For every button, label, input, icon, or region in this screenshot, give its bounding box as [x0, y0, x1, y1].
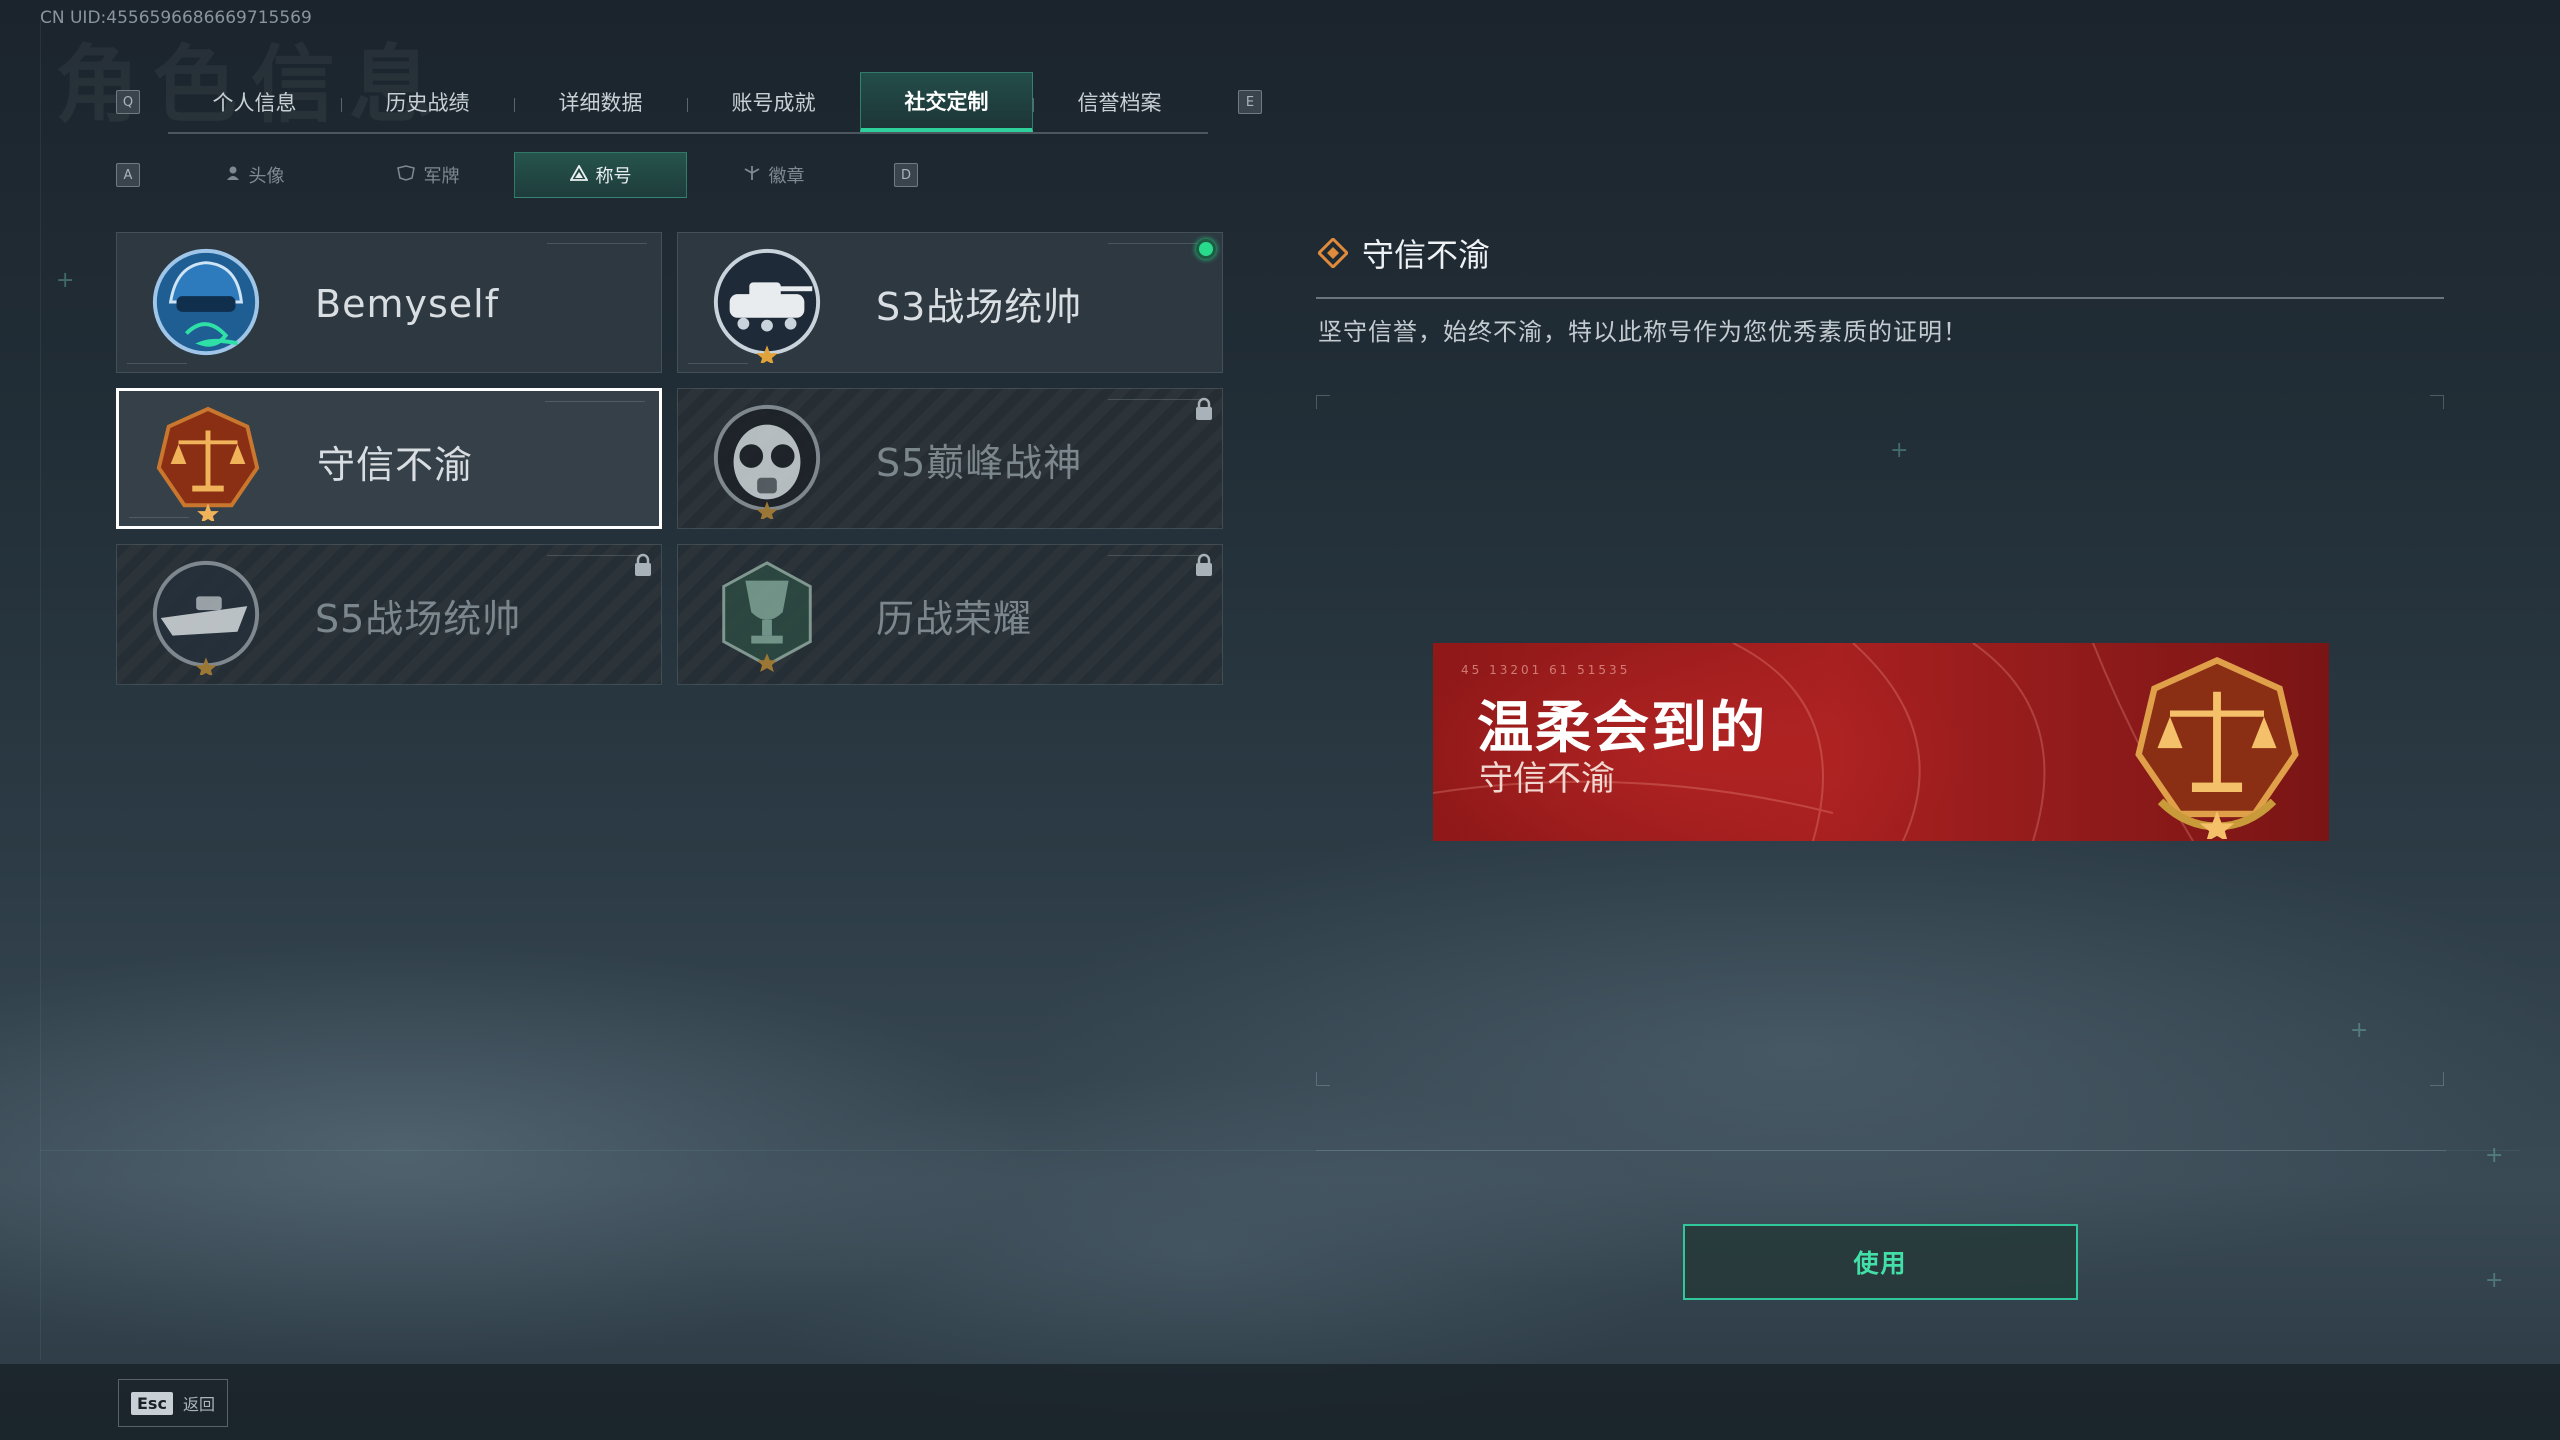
- prev-tab-key[interactable]: Q: [116, 90, 140, 114]
- boat-badge-icon: [152, 560, 260, 675]
- title-name: S3战场统帅: [876, 285, 1083, 329]
- card-decoration: [1108, 399, 1208, 405]
- grid-cross-mark: +: [1890, 438, 1909, 463]
- tab-social-customization[interactable]: 社交定制: [860, 72, 1033, 132]
- title-name: 守信不渝: [317, 443, 474, 487]
- tab-personal-info[interactable]: 个人信息: [168, 72, 341, 132]
- helmet-signature-badge-icon: [152, 248, 260, 356]
- grid-cross-mark: +: [56, 268, 75, 293]
- tab-achievements[interactable]: 账号成就: [687, 72, 860, 132]
- tab-credit-record[interactable]: 信誉档案: [1033, 72, 1206, 132]
- tab-detailed-stats[interactable]: 详细数据: [514, 72, 687, 132]
- prev-subtab-key[interactable]: A: [116, 163, 140, 187]
- trophy-badge-icon: [722, 561, 812, 673]
- banner-deco-numbers: 45 13201 61 51535: [1461, 663, 1631, 677]
- title-name: 历战荣耀: [876, 597, 1033, 641]
- subtab-emblem[interactable]: 徽章: [687, 152, 860, 198]
- panel-corner: [1316, 1072, 1330, 1086]
- subtab-dogtag-label: 军牌: [423, 166, 460, 187]
- tank-badge-icon: [713, 248, 821, 363]
- detail-title-text: 守信不渝: [1362, 236, 1491, 274]
- grid-cross-mark: +: [2350, 1018, 2369, 1043]
- title-name: Bemyself: [315, 281, 500, 326]
- back-button[interactable]: Esc 返回: [118, 1379, 228, 1427]
- esc-key: Esc: [131, 1391, 173, 1415]
- title-card-steadfast[interactable]: 守信不渝: [116, 388, 662, 529]
- subtab-title-label: 称号: [595, 166, 632, 187]
- scales-badge-icon: [2135, 656, 2299, 839]
- detail-description: 坚守信誉，始终不渝，特以此称号作为您优秀素质的证明！: [1318, 318, 1968, 346]
- title-card-s5-commander[interactable]: S5战场统帅: [116, 544, 662, 685]
- scales-badge-icon: [156, 406, 260, 521]
- gasmask-badge-icon: [713, 404, 821, 519]
- title-name: S5战场统帅: [315, 597, 522, 641]
- title-card-s5-war-god[interactable]: S5巅峰战神: [677, 388, 1223, 529]
- card-decoration: [1108, 555, 1208, 561]
- subtab-avatar-label: 头像: [248, 166, 285, 187]
- card-decoration: [547, 555, 647, 561]
- title-card-battle-glory[interactable]: 历战荣耀: [677, 544, 1223, 685]
- lock-icon: [1196, 553, 1212, 576]
- dogtag-icon: [396, 165, 416, 185]
- sub-tab-bar: 头像 军牌 称号 徽章: [168, 152, 868, 198]
- lock-icon: [635, 553, 651, 576]
- tab-match-history[interactable]: 历史战绩: [341, 72, 514, 132]
- footer-bar: [0, 1364, 2560, 1440]
- emblem-icon: [743, 165, 761, 185]
- diamond-icon: [1318, 238, 1348, 268]
- title-card-bemyself[interactable]: Bemyself: [116, 232, 662, 373]
- subtab-emblem-label: 徽章: [768, 166, 805, 187]
- title-icon: [568, 164, 589, 185]
- card-decoration: [1108, 243, 1208, 249]
- next-subtab-key[interactable]: D: [894, 163, 918, 187]
- grid-cross-mark: +: [2485, 1268, 2504, 1293]
- detail-divider: [1316, 297, 2444, 299]
- title-banner-preview: 45 13201 61 51535 温柔会到的 守信不渝: [1433, 643, 2329, 841]
- card-decoration: [545, 401, 645, 407]
- panel-corner: [1316, 395, 1330, 409]
- detail-title: 守信不渝: [1318, 230, 1490, 276]
- title-name: S5巅峰战神: [876, 441, 1083, 485]
- back-label: 返回: [182, 1395, 215, 1414]
- main-tab-bar: 个人信息 历史战绩 详细数据 账号成就 社交定制 信誉档案: [168, 72, 1208, 134]
- panel-corner: [2430, 1072, 2444, 1086]
- person-icon: [225, 165, 241, 185]
- subtab-avatar[interactable]: 头像: [168, 152, 341, 198]
- card-decoration: [547, 243, 647, 249]
- lock-icon: [1196, 397, 1212, 420]
- grid-cross-mark: +: [2485, 1143, 2504, 1168]
- panel-corner: [2430, 395, 2444, 409]
- use-button[interactable]: 使用: [1683, 1224, 2078, 1300]
- subtab-title[interactable]: 称号: [514, 152, 687, 198]
- equipped-indicator: [1196, 239, 1216, 259]
- subtab-dogtag[interactable]: 军牌: [341, 152, 514, 198]
- title-card-s3-commander[interactable]: S3战场统帅: [677, 232, 1223, 373]
- banner-title-name: 守信不渝: [1479, 759, 1615, 799]
- next-tab-key[interactable]: E: [1238, 90, 1262, 114]
